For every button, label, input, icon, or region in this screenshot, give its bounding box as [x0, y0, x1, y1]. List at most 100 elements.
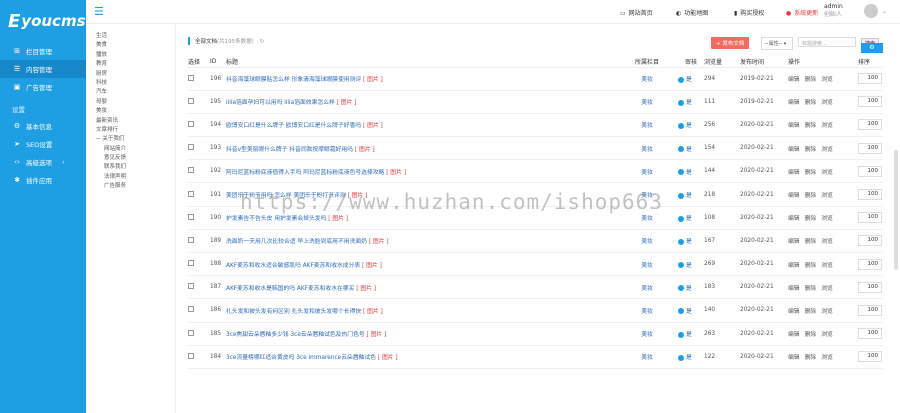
- browse-button[interactable]: 浏览: [821, 147, 833, 153]
- title-cell[interactable]: AKF麦苏和收水是韩国的吗 AKF麦苏和收水在哪买 [ 图片 ]: [226, 275, 616, 300]
- menu-toggle-icon[interactable]: ☰: [94, 5, 104, 18]
- sort-input[interactable]: 100: [858, 351, 882, 363]
- attribute-select[interactable]: --属性-- ▾: [761, 37, 793, 50]
- edit-button[interactable]: 编辑: [788, 123, 800, 129]
- category-item[interactable]: 文章排行: [86, 125, 175, 134]
- delete-button[interactable]: 删除: [805, 239, 817, 245]
- delete-button[interactable]: 删除: [805, 170, 817, 176]
- title-link[interactable]: AKF麦苏和收水适合敏感肌吗 AKF麦苏和收水成分表: [226, 263, 360, 269]
- column-cell[interactable]: 美妆: [616, 298, 678, 323]
- browse-button[interactable]: 浏览: [821, 170, 833, 176]
- category-item[interactable]: 网站简介: [86, 144, 175, 153]
- title-link[interactable]: AKF麦苏和收水是韩国的吗 AKF麦苏和收水在哪买: [226, 286, 354, 292]
- audit-cell[interactable]: 是: [678, 345, 704, 369]
- edit-button[interactable]: 编辑: [788, 193, 800, 199]
- audit-cell[interactable]: 是: [678, 67, 704, 91]
- title-link[interactable]: 3ce流量榜哪红适合黄皮吗 3ce immarence云朵唇釉试色: [226, 355, 376, 361]
- category-item[interactable]: 联系我们: [86, 162, 175, 171]
- delete-button[interactable]: 删除: [805, 100, 817, 106]
- edit-button[interactable]: 编辑: [788, 77, 800, 83]
- category-item[interactable]: 意见反馈: [86, 153, 175, 162]
- category-item[interactable]: 最新资讯: [86, 116, 175, 125]
- title-cell[interactable]: 3ce焦甜云朵唇釉多少钱 3ce云朵唇釉试色及热门色号 [ 图片 ]: [226, 322, 616, 346]
- avatar[interactable]: [864, 4, 878, 18]
- audit-cell[interactable]: 是: [678, 298, 704, 323]
- chevron-down-icon[interactable]: ⌄: [882, 8, 887, 15]
- sort-input[interactable]: 100: [858, 304, 882, 316]
- delete-button[interactable]: 删除: [805, 147, 817, 153]
- edit-button[interactable]: 编辑: [788, 100, 800, 106]
- sort-input[interactable]: 100: [858, 258, 882, 270]
- category-item[interactable]: 生活: [86, 31, 175, 40]
- row-checkbox[interactable]: [188, 283, 194, 290]
- audit-cell[interactable]: 是: [678, 275, 704, 300]
- column-cell[interactable]: 美妆: [616, 136, 678, 161]
- title-link[interactable]: 抖音海藻球眼膜贴怎么样 形象清海藻球眼膜使用测评: [226, 77, 361, 83]
- row-checkbox[interactable]: [188, 213, 194, 220]
- title-cell[interactable]: 阿玛尼蓝标粉底液值得入手吗 阿玛尼蓝标粉底液色号选择攻略 [ 图片 ]: [226, 159, 616, 184]
- column-cell[interactable]: 美妆: [616, 322, 678, 346]
- sort-input[interactable]: 100: [858, 165, 882, 177]
- category-item[interactable]: 汽车: [86, 87, 175, 96]
- delete-button[interactable]: 删除: [805, 286, 817, 292]
- row-checkbox[interactable]: [188, 144, 194, 151]
- row-checkbox[interactable]: [188, 236, 194, 243]
- delete-button[interactable]: 删除: [805, 123, 817, 129]
- browse-button[interactable]: 浏览: [821, 332, 833, 338]
- title-link[interactable]: 3ce焦甜云朵唇釉多少钱 3ce云朵唇釉试色及热门色号: [226, 332, 365, 338]
- title-cell[interactable]: 护发素告不告头皮 用护发素会掉头发吗 [ 图片 ]: [226, 206, 616, 230]
- delete-button[interactable]: 删除: [805, 77, 817, 83]
- browse-button[interactable]: 浏览: [821, 193, 833, 199]
- browse-button[interactable]: 浏览: [821, 123, 833, 129]
- delete-button[interactable]: 删除: [805, 216, 817, 222]
- column-cell[interactable]: 美妆: [616, 67, 678, 91]
- publish-document-button[interactable]: + 发布文档: [711, 37, 750, 49]
- browse-button[interactable]: 浏览: [821, 286, 833, 292]
- category-item[interactable]: 播放: [86, 50, 175, 59]
- search-input[interactable]: 标题搜索...: [798, 37, 856, 47]
- sort-input[interactable]: 100: [858, 96, 882, 108]
- column-cell[interactable]: 美妆: [616, 252, 678, 277]
- row-checkbox[interactable]: [188, 120, 194, 127]
- sort-input[interactable]: 100: [858, 328, 882, 340]
- title-cell[interactable]: 抖音v型美丽眼什么牌子 抖音同款按摩眼霜好用吗 [ 图片 ]: [226, 136, 616, 161]
- delete-button[interactable]: 删除: [805, 332, 817, 338]
- edit-button[interactable]: 编辑: [788, 355, 800, 361]
- row-checkbox[interactable]: [188, 352, 194, 359]
- category-item[interactable]: − 关于我们: [86, 134, 175, 143]
- title-cell[interactable]: 扎头发和披头发有何区别 扎头发和披头发哪个长得快 [ 图片 ]: [226, 298, 616, 323]
- browse-button[interactable]: 浏览: [821, 263, 833, 269]
- edit-button[interactable]: 编辑: [788, 263, 800, 269]
- column-cell[interactable]: 美妆: [616, 113, 678, 138]
- sidebar-item-2[interactable]: ▣ 广告管理: [0, 78, 86, 96]
- site-home-link[interactable]: ▭ 网站首页: [620, 8, 653, 17]
- column-cell[interactable]: 美妆: [616, 159, 678, 184]
- column-cell[interactable]: 美妆: [616, 206, 678, 230]
- sidebar-item-2[interactable]: ‹› 高级选项 ›: [0, 153, 86, 171]
- admin-info[interactable]: admin 创始人: [824, 3, 843, 19]
- sidebar-item-1[interactable]: ➤ SEO设置: [0, 135, 86, 153]
- edit-button[interactable]: 编辑: [788, 147, 800, 153]
- browse-button[interactable]: 浏览: [821, 216, 833, 222]
- row-checkbox[interactable]: [188, 167, 194, 174]
- delete-button[interactable]: 删除: [805, 355, 817, 361]
- audit-cell[interactable]: 是: [678, 159, 704, 184]
- sort-input[interactable]: 100: [858, 142, 882, 154]
- category-item[interactable]: 教育: [86, 59, 175, 68]
- title-link[interactable]: 阿玛尼蓝标粉底液值得入手吗 阿玛尼蓝标粉底液色号选择攻略: [226, 170, 384, 176]
- document-filter[interactable]: 全部文档(共195条数据) ↻: [188, 37, 264, 45]
- title-cell[interactable]: 洗面奶一天用几次比较合适 早上洗脸到底用不用洗面奶 [ 图片 ]: [226, 229, 616, 254]
- column-cell[interactable]: 美妆: [616, 182, 678, 207]
- audit-cell[interactable]: 是: [678, 252, 704, 277]
- column-cell[interactable]: 美妆: [616, 90, 678, 114]
- title-cell[interactable]: 美团乐于粉干用吗 怎么样 美团乐于粉打开评测 [ 图片 ]: [226, 182, 616, 207]
- sort-input[interactable]: 100: [858, 189, 882, 201]
- category-item[interactable]: 科技: [86, 78, 175, 87]
- browse-button[interactable]: 浏览: [821, 77, 833, 83]
- title-cell[interactable]: AKF麦苏和收水适合敏感肌吗 AKF麦苏和收水成分表 [ 图片 ]: [226, 252, 616, 277]
- title-link[interactable]: 扎头发和披头发有何区别 扎头发和披头发哪个长得快: [226, 309, 361, 315]
- column-cell[interactable]: 美妆: [616, 345, 678, 369]
- logo[interactable]: Eyoucms: [0, 0, 86, 42]
- buy-license-link[interactable]: ▮ 购买授权: [734, 8, 764, 17]
- audit-cell[interactable]: 是: [678, 90, 704, 114]
